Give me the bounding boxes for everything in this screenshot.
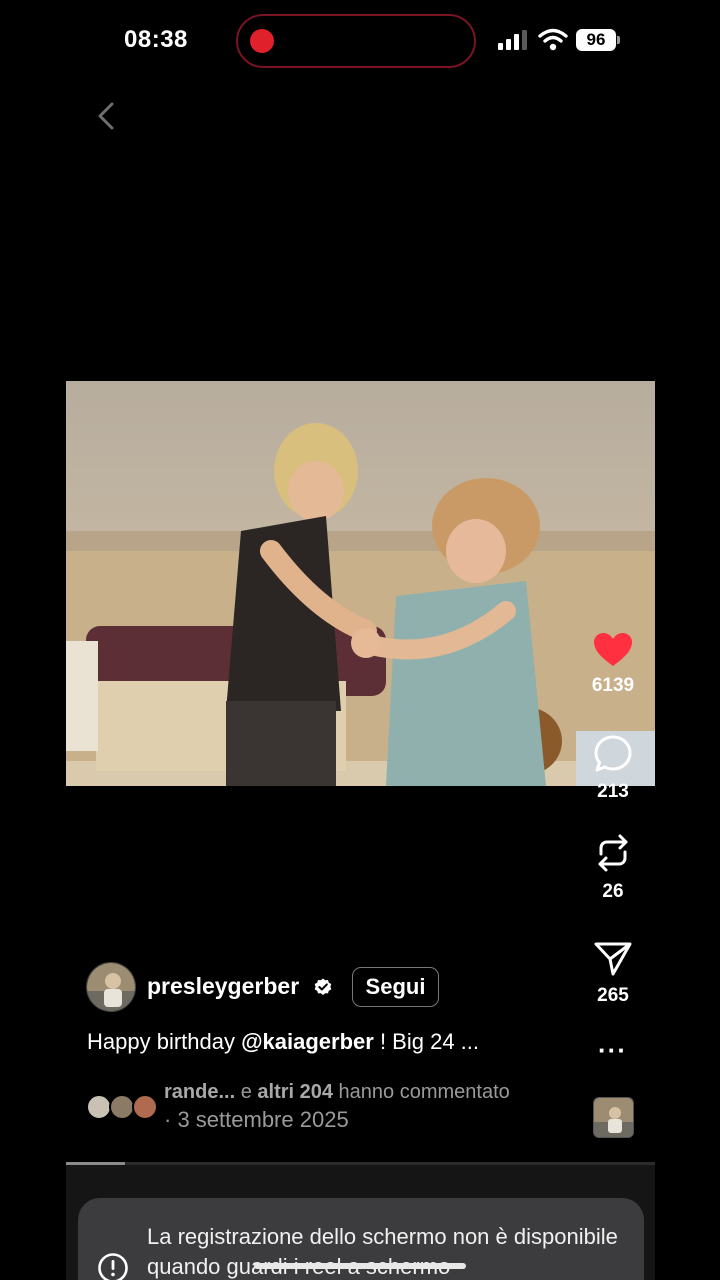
back-button[interactable] bbox=[90, 96, 122, 136]
repost-icon bbox=[598, 834, 628, 872]
reel-video[interactable] bbox=[66, 381, 655, 786]
share-count: 265 bbox=[597, 985, 629, 1006]
like-count: 6139 bbox=[591, 675, 635, 696]
comment-count: 213 bbox=[597, 781, 629, 802]
comment-button[interactable]: 213 bbox=[584, 734, 642, 803]
verified-badge-icon bbox=[314, 978, 332, 995]
cellular-signal-icon bbox=[498, 30, 527, 50]
post-date: 3 settembre 2025 bbox=[177, 1107, 349, 1132]
comment-bubble-icon bbox=[594, 735, 632, 772]
more-options-icon[interactable]: ··· bbox=[598, 1037, 628, 1066]
heart-icon bbox=[594, 633, 632, 666]
caption-text-tail: ! Big 24 ... bbox=[373, 1029, 480, 1054]
commenter-name: rande... bbox=[164, 1081, 236, 1103]
caption-mention-link[interactable]: @kaiagerber bbox=[241, 1029, 374, 1054]
alert-circle-icon bbox=[98, 1253, 128, 1280]
send-icon bbox=[594, 942, 632, 976]
like-button[interactable]: 6139 bbox=[584, 632, 642, 697]
author-avatar[interactable] bbox=[86, 962, 136, 1012]
author-username[interactable]: presleygerber bbox=[147, 973, 299, 1000]
commenter-avatars[interactable] bbox=[86, 1094, 158, 1120]
battery-level: 96 bbox=[576, 29, 616, 51]
share-button[interactable]: 265 bbox=[584, 940, 642, 1007]
repost-button[interactable]: 26 bbox=[584, 832, 642, 903]
toast-message: La registrazione dello schermo non è dis… bbox=[147, 1224, 618, 1279]
audio-thumbnail[interactable] bbox=[593, 1097, 634, 1138]
comments-summary[interactable]: rande... e altri 204 hanno commentato bbox=[164, 1081, 510, 1104]
follow-button[interactable]: Segui bbox=[352, 967, 439, 1007]
date-separator: · bbox=[164, 1107, 172, 1132]
status-time: 08:38 bbox=[124, 26, 188, 53]
wifi-icon bbox=[538, 28, 568, 51]
recording-indicator-icon bbox=[250, 29, 274, 53]
home-indicator[interactable] bbox=[254, 1263, 466, 1269]
caption-text: Happy birthday bbox=[87, 1029, 242, 1054]
post-caption[interactable]: Happy birthday @kaiagerber ! Big 24 ... bbox=[87, 1029, 479, 1055]
post-date-line: · 3 settembre 2025 bbox=[164, 1107, 349, 1133]
battery-indicator: 96 bbox=[576, 29, 620, 51]
repost-count: 26 bbox=[602, 881, 624, 902]
other-commenters-count: altri 204 bbox=[257, 1081, 333, 1103]
